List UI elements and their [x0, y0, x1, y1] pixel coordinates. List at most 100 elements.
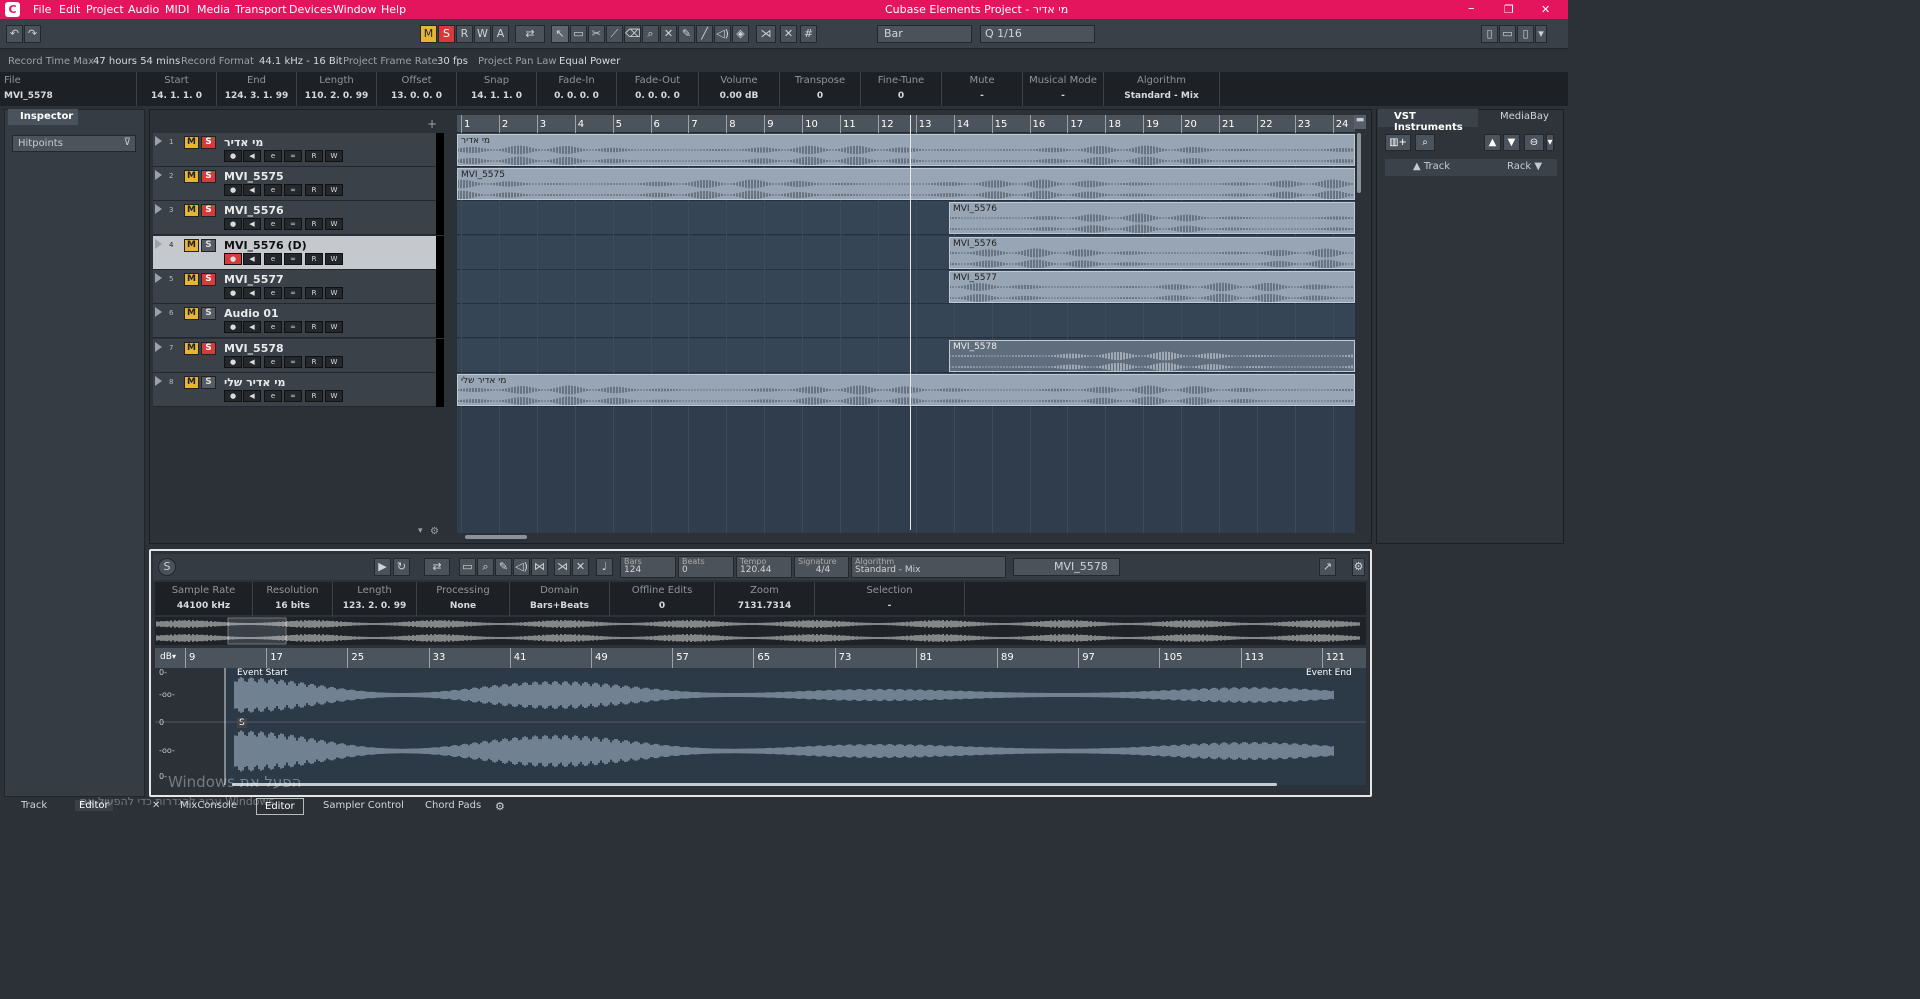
edit-channel-icon[interactable]: e	[264, 150, 282, 162]
editor-info-value[interactable]: Bars+Beats	[510, 601, 609, 611]
audio-event[interactable]: MVI_5575	[457, 168, 1355, 200]
track-name[interactable]: Audio 01	[224, 307, 279, 320]
info-volume-value[interactable]: 0.00 dB	[699, 91, 779, 101]
lane-link-icon[interactable]: ∞	[284, 150, 302, 162]
options-icon[interactable]: ⊖	[1524, 134, 1544, 151]
track-name[interactable]: MVI_5576 (D)	[224, 239, 307, 252]
lane-link-icon[interactable]: ∞	[284, 321, 302, 333]
global-solo-button[interactable]: S	[438, 25, 455, 43]
read-button[interactable]: R	[305, 287, 323, 299]
write-button[interactable]: W	[325, 321, 343, 333]
solo-button[interactable]: S	[201, 376, 216, 389]
track-header[interactable]: 8 M S מי אדיר שלי ● ◀ e ∞ R W	[153, 373, 444, 407]
menu-edit[interactable]: Edit	[59, 3, 80, 16]
record-enable-icon[interactable]: ●	[224, 218, 242, 230]
algorithm-field[interactable]: Algorithm Standard - Mix	[851, 556, 1006, 578]
expand-track-icon[interactable]	[155, 376, 162, 386]
editor-info-value[interactable]: None	[417, 601, 509, 611]
ruler-menu-icon[interactable]: ▬	[1354, 115, 1366, 129]
monitor-icon[interactable]: ◀	[243, 390, 261, 402]
info-length-value[interactable]: 110. 2. 0. 99	[297, 91, 376, 101]
info-mute-value[interactable]: -	[942, 91, 1022, 101]
info-fade-out-value[interactable]: 0. 0. 0. 0	[617, 91, 698, 101]
solo-button[interactable]: S	[201, 342, 216, 355]
write-button[interactable]: W	[325, 356, 343, 368]
solo-button[interactable]: S	[201, 239, 216, 252]
write-button[interactable]: W	[325, 150, 343, 162]
frame-rate-value[interactable]: 30 fps	[437, 56, 468, 67]
menu-devices[interactable]: Devices	[289, 3, 332, 16]
audio-event[interactable]: MVI_5578	[949, 340, 1355, 372]
monitor-icon[interactable]: ◀	[243, 253, 261, 265]
menu-window[interactable]: Window	[333, 3, 376, 16]
expand-track-icon[interactable]	[155, 204, 162, 214]
read-button[interactable]: R	[305, 321, 323, 333]
snap-cross-icon[interactable]: ✕	[780, 25, 797, 43]
info-algorithm-value[interactable]: Standard - Mix	[1104, 91, 1219, 101]
solo-button[interactable]: S	[201, 170, 216, 183]
mute-button[interactable]: M	[184, 342, 199, 355]
musical-mode-icon[interactable]: ♩	[596, 558, 613, 576]
global-mute-button[interactable]: M	[420, 25, 437, 43]
read-button[interactable]: R	[305, 253, 323, 265]
read-button[interactable]: R	[305, 390, 323, 402]
mute-button[interactable]: M	[184, 239, 199, 252]
pan-law-value[interactable]: Equal Power	[559, 56, 620, 67]
play-icon[interactable]: ▶	[374, 558, 391, 576]
ruler-unit-menu-icon[interactable]: ▾	[172, 652, 176, 661]
horizontal-scrollbar-thumb[interactable]	[465, 535, 527, 539]
bars-field[interactable]: Bars 124	[620, 556, 676, 578]
info-start-value[interactable]: 14. 1. 1. 0	[137, 91, 216, 101]
play-tool-icon[interactable]: ◁)	[714, 25, 731, 43]
read-button[interactable]: R	[305, 184, 323, 196]
move-up-icon[interactable]: ▲	[1484, 134, 1501, 151]
monitor-icon[interactable]: ◀	[243, 218, 261, 230]
track-header[interactable]: 5 M S MVI_5577 ● ◀ e ∞ R W	[153, 270, 444, 304]
menu-audio[interactable]: Audio	[128, 3, 159, 16]
erase-tool-icon[interactable]: ⌫	[624, 25, 641, 43]
edit-channel-icon[interactable]: e	[264, 253, 282, 265]
solo-button[interactable]: S	[201, 204, 216, 217]
info-offset-value[interactable]: 13. 0. 0. 0	[377, 91, 456, 101]
open-external-icon[interactable]: ↗	[1319, 558, 1336, 576]
record-enable-icon[interactable]: ●	[224, 150, 242, 162]
mediabay-tab[interactable]: MediaBay	[1500, 111, 1549, 122]
color-tool-icon[interactable]: ◈	[732, 25, 749, 43]
solo-button[interactable]: S	[201, 136, 216, 149]
audio-event[interactable]: MVI_5576	[949, 237, 1355, 269]
write-automation-button[interactable]: W	[474, 25, 491, 43]
snap-icon[interactable]: ⋊	[756, 25, 776, 43]
monitor-icon[interactable]: ◀	[243, 356, 261, 368]
overview-view-rect[interactable]	[227, 617, 287, 645]
monitor-icon[interactable]: ◀	[243, 287, 261, 299]
record-enable-icon[interactable]: ●	[224, 390, 242, 402]
write-button[interactable]: W	[325, 287, 343, 299]
record-enable-icon[interactable]: ●	[224, 356, 242, 368]
layout-menu-icon[interactable]: ▾	[1535, 25, 1547, 43]
info-file-value[interactable]: MVI_5578	[4, 91, 140, 101]
editor-horizontal-scrollbar[interactable]	[232, 783, 1277, 786]
lane-link-icon[interactable]: ∞	[284, 253, 302, 265]
editor-settings-icon[interactable]: ⚙	[1352, 558, 1365, 576]
editor-ruler[interactable]: dB ▾ 9 17 25 33 41 49 57 65 73 81 89 97 105 113 121	[155, 648, 1366, 668]
track-sort[interactable]: ▲ Track	[1413, 161, 1450, 172]
zoom-icon[interactable]: ⌕	[477, 558, 494, 576]
read-button[interactable]: R	[305, 356, 323, 368]
menu-help[interactable]: Help	[381, 3, 406, 16]
track-settings-icon[interactable]: ⚙	[430, 526, 439, 537]
lane-link-icon[interactable]: ∞	[284, 356, 302, 368]
lower-zone-toggle-icon[interactable]: ▭	[1499, 25, 1516, 43]
track-name[interactable]: MVI_5578	[224, 342, 284, 355]
read-button[interactable]: R	[305, 218, 323, 230]
expand-track-icon[interactable]	[155, 342, 162, 352]
expand-track-icon[interactable]	[155, 273, 162, 283]
left-zone-toggle-icon[interactable]: ▯	[1481, 25, 1498, 43]
mute-button[interactable]: M	[184, 273, 199, 286]
edit-channel-icon[interactable]: e	[264, 184, 282, 196]
rack-sort[interactable]: Rack ▼	[1507, 161, 1542, 172]
move-down-icon[interactable]: ▼	[1503, 134, 1520, 151]
editor-info-value[interactable]: 16 bits	[253, 601, 332, 611]
warp-icon[interactable]: ⋈	[531, 558, 548, 576]
editor-info-value[interactable]: 44100 kHz	[155, 601, 252, 611]
editor-solo-icon[interactable]: S	[158, 558, 176, 576]
